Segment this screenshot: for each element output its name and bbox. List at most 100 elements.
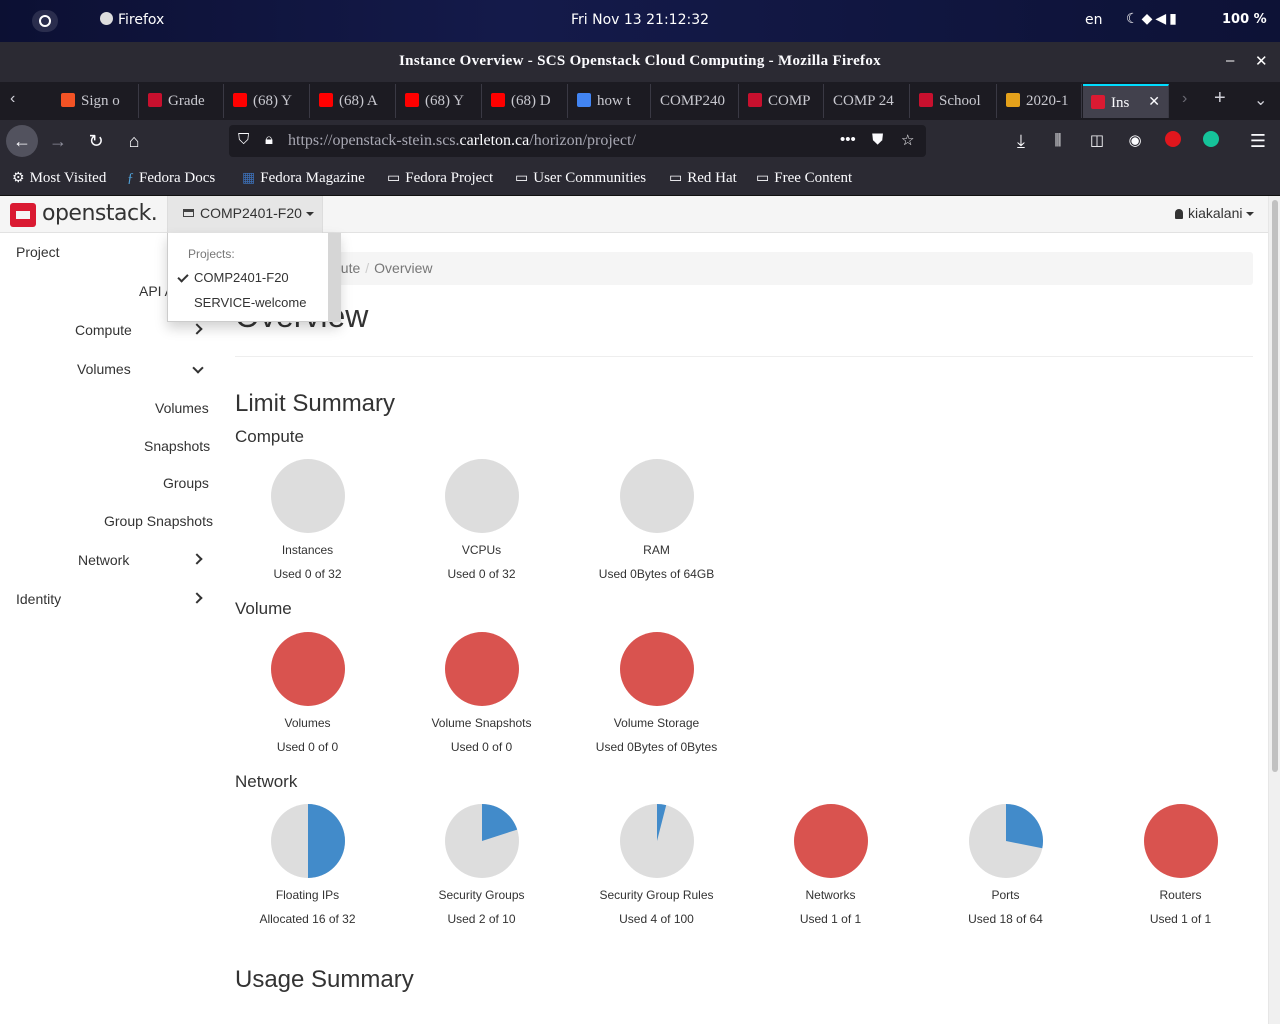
system-status-icons[interactable]: ☾◆◀▮ bbox=[1126, 11, 1180, 27]
quota-usage-text: Used 4 of 100 bbox=[619, 912, 694, 926]
quota-pie-chart bbox=[793, 804, 868, 878]
bookmark-label: Fedora Docs bbox=[139, 170, 216, 186]
page-actions-icon[interactable]: ••• bbox=[840, 131, 856, 148]
tab-label: COMP240 bbox=[660, 93, 726, 109]
bookmark-item[interactable]: ▭ Red Hat bbox=[669, 170, 737, 187]
shield-icon[interactable]: ⛉ bbox=[238, 131, 249, 148]
ad-blocker-extension-icon[interactable] bbox=[1160, 129, 1186, 153]
quota-label: Security Groups bbox=[438, 888, 525, 902]
lock-icon[interactable]: 🔒︎ bbox=[265, 131, 273, 148]
browser-tab[interactable]: (68) Y bbox=[397, 84, 482, 118]
user-icon bbox=[1175, 209, 1183, 219]
firefox-icon bbox=[100, 12, 113, 25]
close-window-button[interactable]: ✕ bbox=[1255, 52, 1268, 70]
active-app-menu[interactable]: Firefox bbox=[100, 12, 164, 28]
page-scrollbar[interactable] bbox=[1268, 196, 1280, 1024]
quota-label: Networks bbox=[805, 888, 856, 902]
chevron-right-icon[interactable] bbox=[191, 323, 203, 335]
sidebar-item-volumes[interactable]: Volumes bbox=[77, 361, 131, 377]
browser-tab[interactable]: Ins ✕ bbox=[1083, 84, 1169, 118]
bookmark-star-icon[interactable]: ☆ bbox=[901, 131, 914, 149]
grammarly-extension-icon[interactable] bbox=[1198, 129, 1224, 153]
scrollbar-thumb[interactable] bbox=[1272, 200, 1278, 772]
quota-volume-1: Volume Snapshots Used 0 of 0 bbox=[394, 632, 569, 754]
browser-tab[interactable]: (68) Y bbox=[225, 84, 310, 118]
battery-icon: ▮ bbox=[1169, 11, 1180, 27]
sidebar-subitem-groups[interactable]: Groups bbox=[163, 475, 209, 491]
close-tab-icon[interactable]: ✕ bbox=[1148, 94, 1160, 111]
chevron-down-icon[interactable] bbox=[192, 362, 204, 374]
quota-usage-text: Used 2 of 10 bbox=[447, 912, 516, 926]
pocket-icon[interactable]: ⛊ bbox=[872, 131, 883, 148]
bookmark-item[interactable]: ▭ Free Content bbox=[756, 170, 852, 187]
minimize-button[interactable]: – bbox=[1226, 52, 1234, 69]
sidebar-item-compute[interactable]: Compute bbox=[75, 322, 132, 338]
caret-down-icon bbox=[1246, 212, 1255, 216]
quota-label: VCPUs bbox=[461, 543, 502, 557]
browser-tab[interactable]: COMP240 bbox=[652, 84, 739, 118]
project-selector-button[interactable]: COMP2401-F20 bbox=[167, 196, 323, 233]
pie-full-slice bbox=[270, 632, 345, 706]
hamburger-menu-icon[interactable]: ☰ bbox=[1245, 129, 1271, 153]
scroll-tabs-right-icon[interactable]: › bbox=[1182, 90, 1187, 108]
chevron-right-icon[interactable] bbox=[191, 592, 203, 604]
sidebar-identity[interactable]: Identity bbox=[16, 591, 61, 607]
pie-used-slice bbox=[307, 804, 345, 878]
bookmark-item[interactable]: ƒ Fedora Docs bbox=[127, 170, 215, 187]
quota-pie-chart bbox=[444, 459, 519, 533]
pie-background bbox=[444, 459, 519, 533]
downloads-icon[interactable]: ⤓ bbox=[1008, 129, 1034, 153]
browser-tab[interactable]: Sign o bbox=[53, 84, 139, 118]
scroll-tabs-left-icon[interactable]: ‹ bbox=[10, 90, 15, 108]
browser-tab[interactable]: School bbox=[911, 84, 997, 118]
bookmark-item[interactable]: ▭ User Communities bbox=[515, 170, 646, 187]
browser-tab[interactable]: (68) D bbox=[483, 84, 568, 118]
project-dropdown-menu: Projects: COMP2401-F20 SERVICE-welcome bbox=[167, 233, 341, 322]
forward-button[interactable]: → bbox=[45, 129, 71, 153]
list-all-tabs-icon[interactable]: ⌄ bbox=[1254, 90, 1267, 110]
browser-tab[interactable]: Grade bbox=[140, 84, 224, 118]
browser-tab[interactable]: COMP 24 bbox=[825, 84, 910, 118]
reload-button[interactable]: ↻ bbox=[83, 129, 109, 153]
quota-label: Volume Storage bbox=[613, 716, 700, 730]
account-icon[interactable]: ◉ bbox=[1122, 129, 1148, 153]
sidebar-subitem-snapshots[interactable]: Snapshots bbox=[144, 438, 210, 454]
quota-pie-chart bbox=[1143, 804, 1218, 878]
openstack-logo-text: openstack. bbox=[42, 201, 158, 226]
project-option-service-welcome[interactable]: SERVICE-welcome bbox=[194, 295, 306, 310]
dropdown-scroll-shadow bbox=[328, 233, 341, 322]
url-bar[interactable]: ⛉ 🔒︎ https://openstack-stein.scs.carleto… bbox=[229, 125, 926, 157]
activities-button[interactable] bbox=[32, 10, 58, 32]
sidebar-subitem-group-snapshots[interactable]: Group Snapshots bbox=[104, 513, 213, 529]
home-button[interactable]: ⌂ bbox=[121, 129, 147, 153]
project-option-comp2401[interactable]: COMP2401-F20 bbox=[194, 270, 289, 285]
sidebar-project[interactable]: Project bbox=[16, 244, 60, 260]
compute-section-title: Compute bbox=[235, 427, 304, 446]
browser-tab[interactable]: 2020-1 bbox=[998, 84, 1082, 118]
quota-usage-text: Used 0 of 32 bbox=[447, 567, 516, 581]
new-tab-button[interactable]: + bbox=[1214, 87, 1226, 110]
keyboard-language[interactable]: en bbox=[1085, 12, 1103, 28]
bookmark-label: Most Visited bbox=[29, 170, 107, 186]
chevron-right-icon[interactable] bbox=[191, 553, 203, 565]
browser-tab[interactable]: COMP bbox=[740, 84, 824, 118]
browser-tab[interactable]: (68) A bbox=[311, 84, 396, 118]
browser-tab[interactable]: how t bbox=[569, 84, 651, 118]
sidebar-subitem-volumes[interactable]: Volumes bbox=[155, 400, 209, 416]
quota-label: Ports bbox=[991, 888, 1020, 902]
window-title: Instance Overview - SCS Openstack Cloud … bbox=[399, 53, 881, 69]
bookmark-item[interactable]: ▭ Fedora Project bbox=[387, 170, 493, 187]
bookmark-item[interactable]: ⚙ Most Visited bbox=[12, 170, 106, 187]
library-icon[interactable]: ⫼ bbox=[1045, 129, 1071, 153]
bookmark-item[interactable]: ▦ Fedora Magazine bbox=[242, 170, 365, 187]
url-text[interactable]: https://openstack-stein.scs.carleton.ca/… bbox=[288, 132, 636, 150]
sidebar-toggle-icon[interactable]: ◫ bbox=[1084, 129, 1110, 153]
back-button[interactable]: ← bbox=[6, 125, 38, 157]
bookmark-label: Free Content bbox=[774, 170, 853, 186]
user-menu-button[interactable]: kiakalani bbox=[1175, 205, 1255, 221]
sidebar-item-network[interactable]: Network bbox=[78, 552, 129, 568]
tab-favicon-icon bbox=[233, 93, 247, 107]
dropdown-header: Projects: bbox=[188, 247, 235, 261]
tab-favicon-icon bbox=[919, 93, 933, 107]
tab-favicon-icon bbox=[577, 93, 591, 107]
